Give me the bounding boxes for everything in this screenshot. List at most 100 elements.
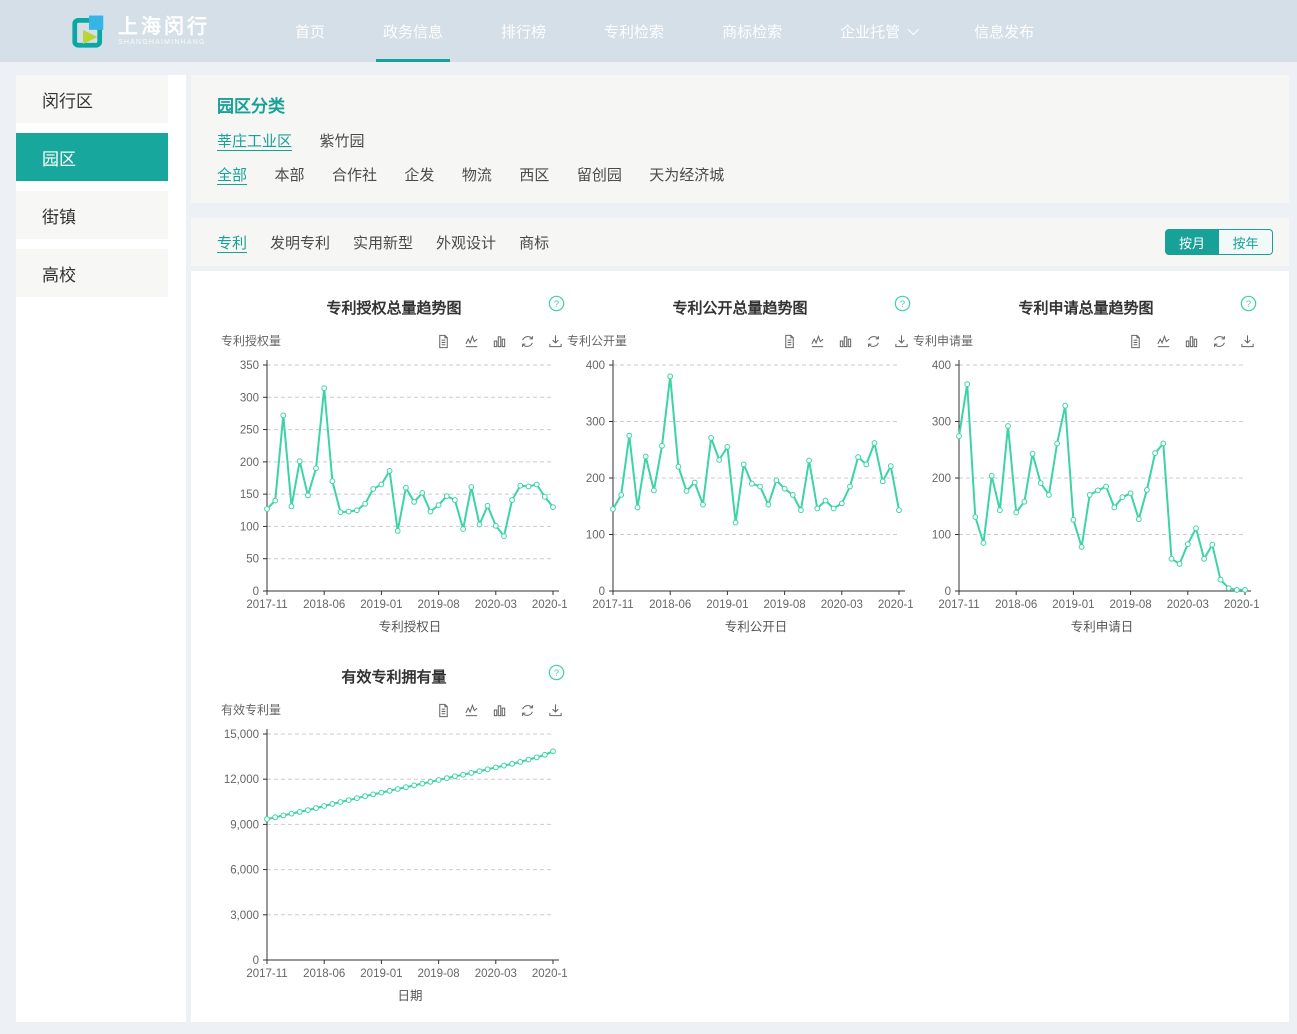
svg-text:2017-11: 2017-11 <box>592 599 633 611</box>
zone-links-row: 全部 本部 合作社 企发 物流 西区 留创园 天为经济城 <box>217 164 1263 185</box>
svg-text:2018-06: 2018-06 <box>303 599 345 611</box>
bar-chart-icon[interactable] <box>1184 334 1199 349</box>
nav-item-patent-search[interactable]: 专利检索 <box>575 0 693 62</box>
brand-subtitle: SHANGHAIMINHANG <box>118 39 210 46</box>
period-toggle: 按月 按年 <box>1165 229 1273 255</box>
svg-text:12,000: 12,000 <box>224 774 259 786</box>
park-filter-panel: 园区分类 莘庄工业区 紫竹园 全部 本部 合作社 企发 物流 西区 留创园 天为… <box>191 75 1289 203</box>
zone-link-cooperative[interactable]: 合作社 <box>332 167 377 184</box>
svg-text:0: 0 <box>253 955 259 967</box>
download-icon[interactable] <box>548 334 563 349</box>
restore-icon[interactable] <box>1212 334 1227 349</box>
nav-item-info-publish[interactable]: 信息发布 <box>945 0 1063 62</box>
sidebar-item-universities[interactable]: 高校 <box>16 249 168 297</box>
tab-patent[interactable]: 专利 <box>217 232 247 253</box>
trend-line-plot[interactable]: 0501001502002503003502017-112018-062019-… <box>221 351 567 643</box>
bar-chart-icon[interactable] <box>492 703 507 718</box>
zone-link-liuchuangyuan[interactable]: 留创园 <box>577 167 622 184</box>
by-month-button[interactable]: 按月 <box>1165 229 1219 255</box>
nav-item-gov-info[interactable]: 政务信息 <box>354 0 472 62</box>
bar-chart-icon[interactable] <box>492 334 507 349</box>
sidebar-item-minhang-district[interactable]: 闵行区 <box>16 75 168 123</box>
nav-item-enterprise-hosting[interactable]: 企业托管 <box>811 0 945 62</box>
restore-icon[interactable] <box>520 334 535 349</box>
svg-text:100: 100 <box>586 530 605 542</box>
data-view-icon[interactable] <box>436 703 451 718</box>
trend-line-plot[interactable]: 03,0006,0009,00012,00015,0002017-112018-… <box>221 720 567 1012</box>
help-icon[interactable]: ? <box>548 664 565 686</box>
svg-text:2020-03: 2020-03 <box>475 599 517 611</box>
nav-item-trademark-search[interactable]: 商标检索 <box>693 0 811 62</box>
download-icon[interactable] <box>548 703 563 718</box>
zone-link-logistics[interactable]: 物流 <box>462 167 492 184</box>
svg-text:250: 250 <box>240 425 259 437</box>
svg-text:2020-10: 2020-10 <box>532 599 567 611</box>
svg-text:专利授权日: 专利授权日 <box>379 619 442 634</box>
nav-item-ranking[interactable]: 排行榜 <box>472 0 575 62</box>
svg-text:350: 350 <box>240 360 259 372</box>
main-nav: 首页 政务信息 排行榜 专利检索 商标检索 企业托管 信息发布 <box>266 0 1063 62</box>
help-icon[interactable]: ? <box>1240 295 1257 317</box>
svg-text:2019-08: 2019-08 <box>1109 599 1151 611</box>
help-icon[interactable]: ? <box>894 295 911 317</box>
svg-text:200: 200 <box>586 473 605 485</box>
by-year-button[interactable]: 按年 <box>1219 229 1273 255</box>
svg-text:?: ? <box>1246 299 1251 310</box>
charts-grid: 专利授权总量趋势图 ? 专利授权量 <box>191 271 1289 1022</box>
tab-invention-patent[interactable]: 发明专利 <box>270 232 330 253</box>
restore-icon[interactable] <box>520 703 535 718</box>
nav-item-label: 政务信息 <box>383 21 443 42</box>
svg-text:2018-06: 2018-06 <box>995 599 1037 611</box>
nav-item-home[interactable]: 首页 <box>266 0 354 62</box>
svg-text:300: 300 <box>932 417 951 429</box>
chart-card-application-trend: 专利申请总量趋势图 ? 专利申请量 <box>913 297 1259 644</box>
data-view-icon[interactable] <box>782 334 797 349</box>
download-icon[interactable] <box>1240 334 1255 349</box>
sidebar-item-streets[interactable]: 街镇 <box>16 191 168 239</box>
nav-item-label: 排行榜 <box>501 21 546 42</box>
help-icon[interactable]: ? <box>548 295 565 317</box>
line-chart-icon[interactable] <box>1156 334 1171 349</box>
download-icon[interactable] <box>894 334 909 349</box>
zone-link-all[interactable]: 全部 <box>217 167 247 184</box>
zone-link-tianwei[interactable]: 天为经济城 <box>649 167 724 184</box>
bar-chart-icon[interactable] <box>838 334 853 349</box>
svg-text:2019-08: 2019-08 <box>763 599 805 611</box>
restore-icon[interactable] <box>866 334 881 349</box>
brand-logo[interactable]: 上海闵行 SHANGHAIMINHANG <box>70 12 210 50</box>
svg-text:300: 300 <box>586 417 605 429</box>
svg-text:100: 100 <box>932 530 951 542</box>
page-layout: 闵行区 园区 街镇 高校 园区分类 莘庄工业区 紫竹园 全部 本部 合作社 企发… <box>0 62 1297 1022</box>
tab-design[interactable]: 外观设计 <box>436 232 496 253</box>
park-link-xinzhuang[interactable]: 莘庄工业区 <box>217 133 292 150</box>
svg-text:?: ? <box>900 299 905 310</box>
svg-text:日期: 日期 <box>397 989 422 1003</box>
brand-title: 上海闵行 <box>118 17 210 37</box>
tab-utility-model[interactable]: 实用新型 <box>353 232 413 253</box>
svg-text:2020-10: 2020-10 <box>878 599 913 611</box>
data-view-icon[interactable] <box>1128 334 1143 349</box>
chart-title: 专利申请总量趋势图 <box>1018 300 1153 317</box>
data-view-icon[interactable] <box>436 334 451 349</box>
svg-text:2017-11: 2017-11 <box>938 599 979 611</box>
brand-logo-icon <box>70 12 108 50</box>
svg-text:2020-10: 2020-10 <box>1224 599 1259 611</box>
line-chart-icon[interactable] <box>464 703 479 718</box>
trend-line-plot[interactable]: 01002003004002017-112018-062019-012019-0… <box>567 351 913 643</box>
park-link-zizhu[interactable]: 紫竹园 <box>319 133 364 150</box>
svg-text:2017-11: 2017-11 <box>246 968 287 980</box>
zone-link-west[interactable]: 西区 <box>519 167 549 184</box>
svg-text:?: ? <box>554 299 559 310</box>
trend-line-plot[interactable]: 01002003004002017-112018-062019-012019-0… <box>913 351 1259 643</box>
nav-item-label: 信息发布 <box>974 21 1034 42</box>
zone-link-headquarter[interactable]: 本部 <box>274 167 304 184</box>
line-chart-icon[interactable] <box>810 334 825 349</box>
tab-trademark[interactable]: 商标 <box>519 232 549 253</box>
zone-link-qifa[interactable]: 企发 <box>404 167 434 184</box>
svg-text:2020-03: 2020-03 <box>821 599 863 611</box>
svg-text:2019-08: 2019-08 <box>417 968 459 980</box>
svg-text:300: 300 <box>240 392 259 404</box>
svg-text:150: 150 <box>240 489 259 501</box>
sidebar-item-parks[interactable]: 园区 <box>16 133 168 181</box>
line-chart-icon[interactable] <box>464 334 479 349</box>
